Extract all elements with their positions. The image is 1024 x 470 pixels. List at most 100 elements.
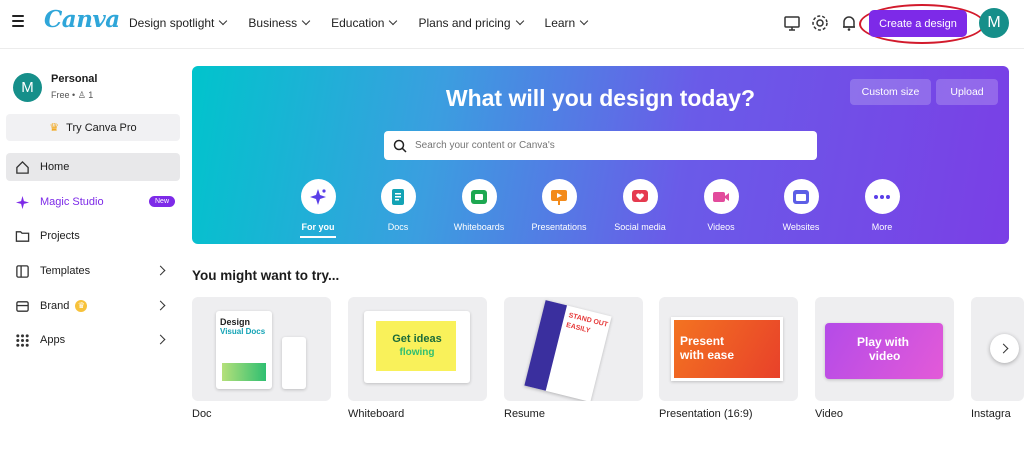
account-avatar[interactable]: M — [13, 73, 42, 102]
carousel-next-button[interactable] — [990, 334, 1019, 363]
category-presentations[interactable]: Presentations — [519, 179, 599, 232]
sidebar-item-label: Brand — [40, 300, 70, 312]
nav-learn[interactable]: Learn — [544, 16, 589, 30]
category-for-you[interactable]: For you — [278, 179, 358, 238]
chevron-down-icon — [301, 16, 311, 26]
doc-preview: Design Visual Docs — [216, 311, 272, 389]
folder-icon — [14, 228, 31, 245]
chevron-right-icon — [155, 334, 166, 345]
sidebar-item-home[interactable]: Home — [6, 153, 180, 181]
whiteboard-preview: Get ideas flowing — [364, 311, 470, 383]
card-video[interactable]: Play with video — [815, 297, 954, 401]
sidebar-item-brand[interactable]: Brand ♛ — [6, 292, 180, 320]
presentation-preview: Present with ease — [671, 317, 783, 381]
search-bar[interactable] — [384, 131, 817, 160]
preview-chart — [222, 363, 266, 381]
avatar[interactable]: M — [979, 8, 1009, 38]
pro-label: Try Canva Pro — [66, 121, 137, 134]
nav-education[interactable]: Education — [331, 16, 398, 30]
nav-label: Business — [248, 16, 298, 30]
suggestions-title: You might want to try... — [192, 268, 340, 283]
preview-text: Present — [680, 334, 725, 348]
desktop-app-icon[interactable] — [782, 13, 802, 33]
resume-preview: STAND OUT EASILY — [524, 300, 612, 401]
search-icon — [393, 139, 407, 153]
category-label: Whiteboards — [453, 222, 505, 232]
nav-label: Design spotlight — [129, 16, 215, 30]
chevron-down-icon — [389, 16, 398, 26]
sidebar: M Personal Free • ♙ 1 ♛ Try Canva Pro Ho… — [0, 49, 186, 470]
heart-icon — [622, 179, 658, 214]
nav-design-spotlight[interactable]: Design spotlight — [129, 16, 228, 30]
category-label: Videos — [707, 222, 735, 232]
card-label[interactable]: Whiteboard — [348, 408, 404, 420]
upload-button[interactable]: Upload — [936, 79, 998, 105]
main-nav: Design spotlight Business Education Plan… — [129, 0, 609, 46]
sidebar-item-apps[interactable]: Apps — [6, 326, 180, 354]
sparkle-icon — [14, 194, 31, 211]
hero-banner: What will you design today? Custom size … — [192, 66, 1009, 244]
sidebar-item-label: Templates — [40, 265, 91, 277]
plan-label: Free • — [51, 90, 76, 100]
preview-text: Play with — [857, 335, 910, 349]
sidebar-item-magic-studio[interactable]: Magic Studio New — [6, 188, 180, 216]
category-more[interactable]: More — [842, 179, 922, 232]
doc-preview-small — [282, 337, 306, 389]
try-pro-button[interactable]: ♛ Try Canva Pro — [6, 114, 180, 141]
search-input[interactable] — [415, 140, 805, 151]
more-icon — [864, 179, 900, 214]
custom-size-button[interactable]: Custom size — [850, 79, 931, 105]
bell-icon[interactable] — [839, 13, 859, 33]
card-label[interactable]: Doc — [192, 408, 212, 420]
nav-business[interactable]: Business — [248, 16, 311, 30]
crown-badge-icon: ♛ — [75, 300, 88, 312]
chevron-down-icon — [219, 16, 228, 26]
sidebar-item-label: Magic Studio — [40, 196, 104, 208]
docs-icon — [380, 179, 416, 214]
card-whiteboard[interactable]: Get ideas flowing — [348, 297, 487, 401]
category-docs[interactable]: Docs — [358, 179, 438, 232]
sparkle-icon — [300, 179, 336, 214]
card-doc[interactable]: Design Visual Docs — [192, 297, 331, 401]
card-presentation[interactable]: Present with ease — [659, 297, 798, 401]
category-label: Docs — [387, 222, 409, 232]
account-name[interactable]: Personal — [51, 73, 97, 85]
website-icon — [783, 179, 819, 214]
card-label[interactable]: Instagra — [971, 408, 1011, 420]
selected-underline — [300, 236, 336, 238]
category-videos[interactable]: Videos — [681, 179, 761, 232]
sidebar-item-label: Projects — [40, 230, 80, 242]
canva-logo[interactable]: Canva — [44, 6, 120, 33]
card-label[interactable]: Presentation (16:9) — [659, 408, 753, 420]
sidebar-item-label: Apps — [40, 334, 66, 346]
account-plan: Free • ♙ 1 — [51, 90, 93, 101]
chevron-right-icon — [155, 265, 166, 276]
whiteboard-icon — [461, 179, 497, 214]
create-design-button[interactable]: Create a design — [869, 10, 967, 37]
category-websites[interactable]: Websites — [761, 179, 841, 232]
category-label: For you — [301, 222, 335, 232]
menu-icon[interactable] — [12, 15, 26, 29]
gear-icon[interactable] — [810, 13, 830, 33]
card-resume[interactable]: STAND OUT EASILY — [504, 297, 643, 401]
nav-label: Learn — [544, 16, 576, 30]
category-whiteboards[interactable]: Whiteboards — [439, 179, 519, 232]
top-bar: Canva Design spotlight Business Educatio… — [0, 0, 1024, 46]
presentation-icon — [541, 179, 577, 214]
card-label[interactable]: Video — [815, 408, 843, 420]
preview-text: with ease — [680, 348, 735, 362]
category-label: More — [871, 222, 893, 232]
preview-text: Visual Docs — [220, 327, 266, 336]
sidebar-item-projects[interactable]: Projects — [6, 222, 180, 250]
sidebar-item-label: Home — [40, 161, 70, 173]
card-label[interactable]: Resume — [504, 408, 545, 420]
category-social-media[interactable]: Social media — [600, 179, 680, 232]
apps-grid-icon — [14, 332, 31, 349]
preview-text: flowing — [399, 347, 435, 358]
new-badge: New — [149, 196, 176, 207]
category-label: Presentations — [531, 222, 587, 232]
nav-plans-pricing[interactable]: Plans and pricing — [418, 16, 524, 30]
chevron-down-icon — [515, 16, 524, 26]
member-count: 1 — [88, 90, 94, 100]
sidebar-item-templates[interactable]: Templates — [6, 257, 180, 285]
